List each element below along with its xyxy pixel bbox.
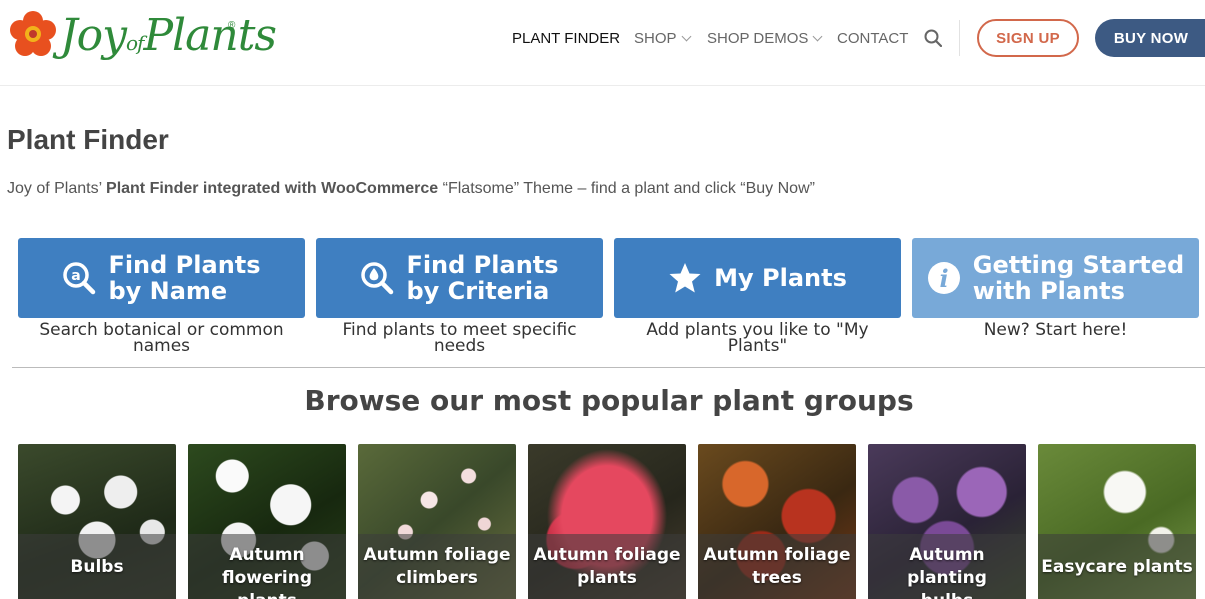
intro-text: Joy of Plants’ Plant Finder integrated w… bbox=[7, 180, 815, 197]
tile-label: Autumn plantingbulbs bbox=[907, 545, 987, 599]
action-caption: Search botanical or common names bbox=[39, 320, 284, 356]
logo-wordmark: JoyofPlants bbox=[60, 10, 277, 61]
tile-label: Autumn floweringplants bbox=[222, 545, 312, 599]
tile-label: Easycare plants bbox=[1041, 557, 1193, 577]
tile-label: Autumn foliage trees bbox=[703, 545, 851, 588]
search-icon[interactable] bbox=[924, 29, 942, 47]
action-caption: New? Start here! bbox=[983, 320, 1128, 340]
find-plants-by-criteria-button[interactable]: Find Plants by Criteria bbox=[316, 238, 603, 318]
plant-group-tile-autumn-flowering[interactable]: Autumn floweringplants bbox=[188, 444, 346, 599]
action-label: Find Plants by Criteria bbox=[406, 251, 559, 305]
action-label: My Plants bbox=[714, 264, 847, 292]
plant-group-tile-autumn-foliage-trees[interactable]: Autumn foliage trees bbox=[698, 444, 856, 599]
page-title: Plant Finder bbox=[7, 124, 169, 155]
nav-contact[interactable]: CONTACT bbox=[837, 30, 908, 47]
chevron-down-icon bbox=[812, 31, 823, 42]
info-icon: i bbox=[927, 262, 960, 294]
site-header: JoyofPlants ® PLANT FINDER SHOP SHOP DEM… bbox=[0, 0, 1205, 86]
find-plants-by-name-button[interactable]: a Find Plants by Name bbox=[18, 238, 305, 318]
nav-divider bbox=[959, 20, 960, 56]
search-by-criteria-icon bbox=[361, 262, 394, 295]
site-logo[interactable]: JoyofPlants ® bbox=[8, 6, 277, 72]
plant-group-tile-autumn-foliage-climbers[interactable]: Autumn foliage climbers bbox=[358, 444, 516, 599]
flower-icon bbox=[10, 11, 56, 56]
registered-mark: ® bbox=[228, 20, 236, 31]
plant-group-tile-bulbs[interactable]: Bulbs bbox=[18, 444, 176, 599]
nav-shop-demos[interactable]: SHOP DEMOS bbox=[707, 30, 823, 47]
plant-group-tile-autumn-planting-bulbs[interactable]: Autumn plantingbulbs bbox=[868, 444, 1026, 599]
plant-group-tile-autumn-foliage-plants[interactable]: Autumn foliage plants bbox=[528, 444, 686, 599]
sign-up-button[interactable]: SIGN UP bbox=[977, 19, 1079, 57]
plant-group-tile-easycare[interactable]: Easycare plants bbox=[1038, 444, 1196, 599]
action-label: Find Plants by Name bbox=[108, 251, 261, 305]
my-plants-button[interactable]: My Plants bbox=[614, 238, 901, 318]
nav-shop[interactable]: SHOP bbox=[634, 30, 691, 47]
nav-plant-finder[interactable]: PLANT FINDER bbox=[512, 30, 620, 47]
tile-label: Bulbs bbox=[70, 557, 124, 577]
svg-text:i: i bbox=[939, 264, 948, 293]
chevron-down-icon bbox=[681, 31, 691, 42]
search-by-name-icon: a bbox=[63, 262, 96, 295]
star-icon bbox=[669, 263, 701, 293]
tile-label: Autumn foliage plants bbox=[533, 545, 681, 588]
action-label: Getting Started with Plants bbox=[972, 251, 1185, 305]
browse-heading: Browse our most popular plant groups bbox=[304, 384, 914, 417]
svg-text:a: a bbox=[72, 268, 81, 284]
buy-now-button[interactable]: BUY NOW bbox=[1095, 19, 1205, 57]
getting-started-button[interactable]: i Getting Started with Plants bbox=[912, 238, 1199, 318]
tile-label: Autumn foliage climbers bbox=[363, 545, 511, 588]
section-divider bbox=[12, 367, 1205, 368]
action-caption: Add plants you like to "My Plants" bbox=[646, 320, 869, 356]
action-caption: Find plants to meet specific needs bbox=[342, 320, 577, 356]
